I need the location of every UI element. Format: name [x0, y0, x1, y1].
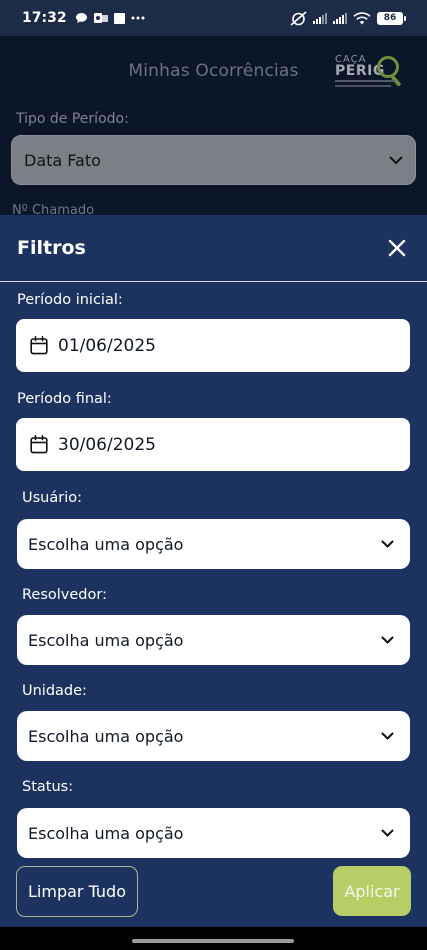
page-title: Minhas Ocorrências [128, 61, 299, 81]
screen: 17:32 86 Minhas Ocorrências CAÇA PERIG T… [0, 0, 427, 950]
status-right-icons: 86 [290, 10, 406, 26]
status-label: Status: [22, 779, 74, 795]
resolver-label: Resolvedor: [22, 587, 107, 603]
chat-bubble-icon [75, 13, 87, 23]
background-page: Minhas Ocorrências CAÇA PERIG Tipo de Pe… [0, 36, 427, 218]
sheet-header: Filtros [0, 215, 427, 282]
chevron-down-icon [381, 829, 394, 837]
start-date-label: Período inicial: [17, 292, 123, 308]
start-date-input[interactable]: 01/06/2025 [16, 319, 410, 372]
magnifier-icon [377, 56, 399, 78]
clear-all-button[interactable]: Limpar Tudo [16, 866, 138, 917]
chevron-down-icon [381, 540, 394, 548]
status-select-value: Escolha uma opção [28, 823, 184, 843]
signal-icon-2 [333, 12, 347, 24]
outlook-icon [93, 13, 108, 23]
sheet-title: Filtros [17, 237, 86, 259]
wifi-icon [353, 11, 371, 24]
logo-subline [335, 80, 395, 82]
period-type-value: Data Fato [24, 150, 101, 170]
status-time: 17:32 [22, 10, 67, 26]
battery-icon: 86 [377, 11, 406, 25]
status-bar: 17:32 86 [0, 0, 427, 36]
unit-label: Unidade: [22, 683, 87, 699]
square-icon [113, 12, 125, 24]
calendar-icon [30, 435, 48, 454]
app-logo: CAÇA PERIG [335, 54, 405, 90]
background-header: Minhas Ocorrências CAÇA PERIG [0, 36, 427, 106]
alarm-off-icon [290, 10, 307, 26]
chevron-down-icon [389, 156, 403, 164]
calendar-icon [30, 336, 48, 355]
status-left-icons [75, 12, 145, 24]
chevron-down-icon [381, 732, 394, 740]
resolver-select-value: Escolha uma opção [28, 630, 184, 650]
unit-select[interactable]: Escolha uma opção [17, 711, 410, 761]
more-dots-icon [131, 16, 145, 20]
signal-icon [313, 12, 327, 24]
close-button[interactable] [385, 236, 409, 260]
logo-subline-2 [335, 85, 391, 87]
system-navigation-bar [0, 927, 427, 950]
period-type-select[interactable]: Data Fato [11, 135, 416, 185]
period-type-label: Tipo de Período: [16, 111, 129, 127]
user-label: Usuário: [22, 490, 82, 506]
close-icon [388, 239, 406, 257]
unit-select-value: Escolha uma opção [28, 726, 184, 746]
end-date-label: Período final: [17, 391, 112, 407]
user-select-value: Escolha uma opção [28, 534, 184, 554]
end-date-value: 30/06/2025 [58, 434, 156, 455]
status-select[interactable]: Escolha uma opção [17, 808, 410, 858]
start-date-value: 01/06/2025 [58, 335, 156, 356]
chevron-down-icon [381, 636, 394, 644]
end-date-input[interactable]: 30/06/2025 [16, 418, 410, 471]
resolver-select[interactable]: Escolha uma opção [17, 615, 410, 665]
user-select[interactable]: Escolha uma opção [17, 519, 410, 569]
apply-button[interactable]: Aplicar [333, 866, 411, 916]
home-gesture-pill[interactable] [132, 939, 294, 943]
